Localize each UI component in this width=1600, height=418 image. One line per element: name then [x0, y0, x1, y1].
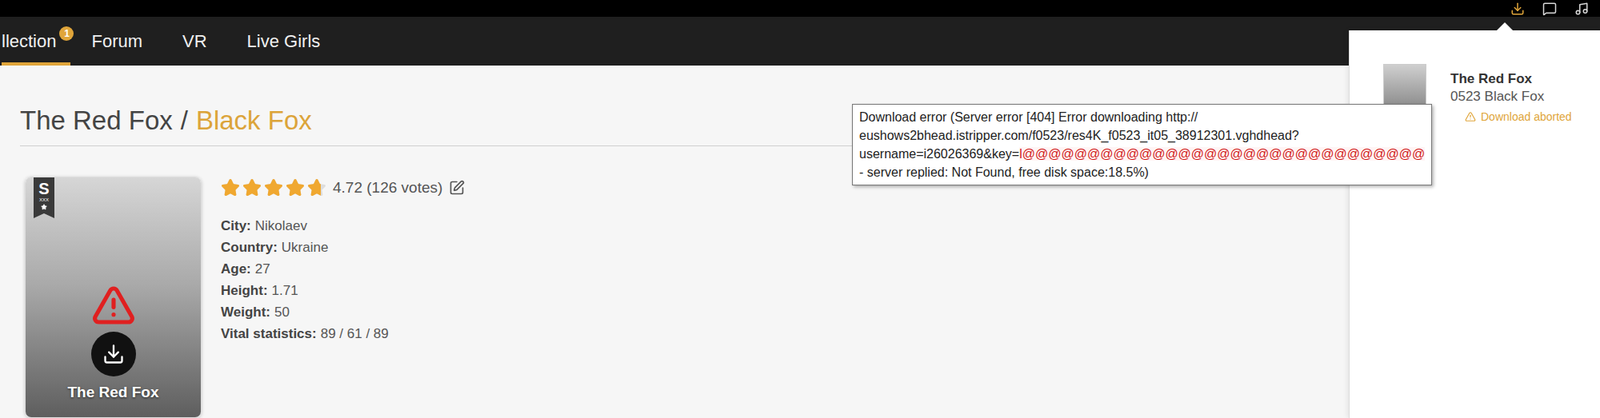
- rating: 4.72 (126 votes): [220, 176, 465, 200]
- download-button[interactable]: [91, 332, 136, 377]
- star-icon: [242, 178, 262, 198]
- detail-row: Vital statistics:89 / 61 / 89: [220, 323, 465, 345]
- download-status: Download aborted: [1464, 110, 1572, 124]
- download-icon: [102, 343, 125, 366]
- download-icon[interactable]: [1510, 1, 1525, 16]
- detail-row: Weight:50: [220, 301, 465, 324]
- music-icon[interactable]: [1574, 1, 1589, 16]
- error-tooltip: Download error (Server error [404] Error…: [852, 104, 1432, 186]
- page-subtitle: Black Fox: [196, 105, 312, 136]
- star-icon: [285, 178, 305, 198]
- level-badge: SXXX: [33, 177, 55, 219]
- detail-row: Country:Ukraine: [220, 236, 465, 259]
- star-icon: [264, 178, 284, 198]
- star-icon: [307, 178, 327, 198]
- page: llection1ForumVRLive GirlsThe Red Fox/Bl…: [0, 0, 1600, 418]
- tooltip-line: - server replied: Not Found, free disk s…: [859, 163, 1425, 182]
- top-bar: [0, 0, 1600, 17]
- nav-badge: 1: [59, 26, 74, 41]
- model-card[interactable]: SXXX The Red Fox: [24, 176, 202, 418]
- warning-icon: [1464, 111, 1476, 123]
- star-rating: [220, 178, 327, 198]
- downloads-panel: The Red Fox0523 Black FoxDownload aborte…: [1348, 30, 1600, 418]
- tooltip-line: username=i26026369&key=l@@@@@@@@@@@@@@@@…: [859, 144, 1425, 164]
- detail-row: City:Nikolaev: [220, 215, 465, 237]
- star-icon: [40, 204, 48, 211]
- tooltip-line: eushows2bhead.istripper.com/f0523/res4K_…: [859, 126, 1425, 145]
- nav-item[interactable]: VR: [182, 16, 227, 66]
- edit-icon[interactable]: [448, 180, 465, 196]
- model-info: 4.72 (126 votes) City:NikolaevCountry:Ukr…: [220, 176, 465, 345]
- panel-caret: [1496, 22, 1513, 31]
- star-icon: [220, 178, 240, 198]
- card-label: The Red Fox: [67, 384, 159, 402]
- detail-row: Age:27: [220, 258, 465, 280]
- profile: SXXX The Red Fox 4.72 (126 votes) City:Niko…: [20, 176, 1580, 418]
- nav-item[interactable]: llection1: [1, 16, 71, 66]
- message-icon[interactable]: [1542, 1, 1557, 16]
- tooltip-line: Download error (Server error [404] Error…: [859, 108, 1425, 127]
- nav-item[interactable]: Live Girls: [247, 16, 340, 66]
- detail-row: Height:1.71: [220, 280, 465, 302]
- warning-icon: [91, 283, 136, 328]
- nav-item[interactable]: Forum: [91, 16, 162, 66]
